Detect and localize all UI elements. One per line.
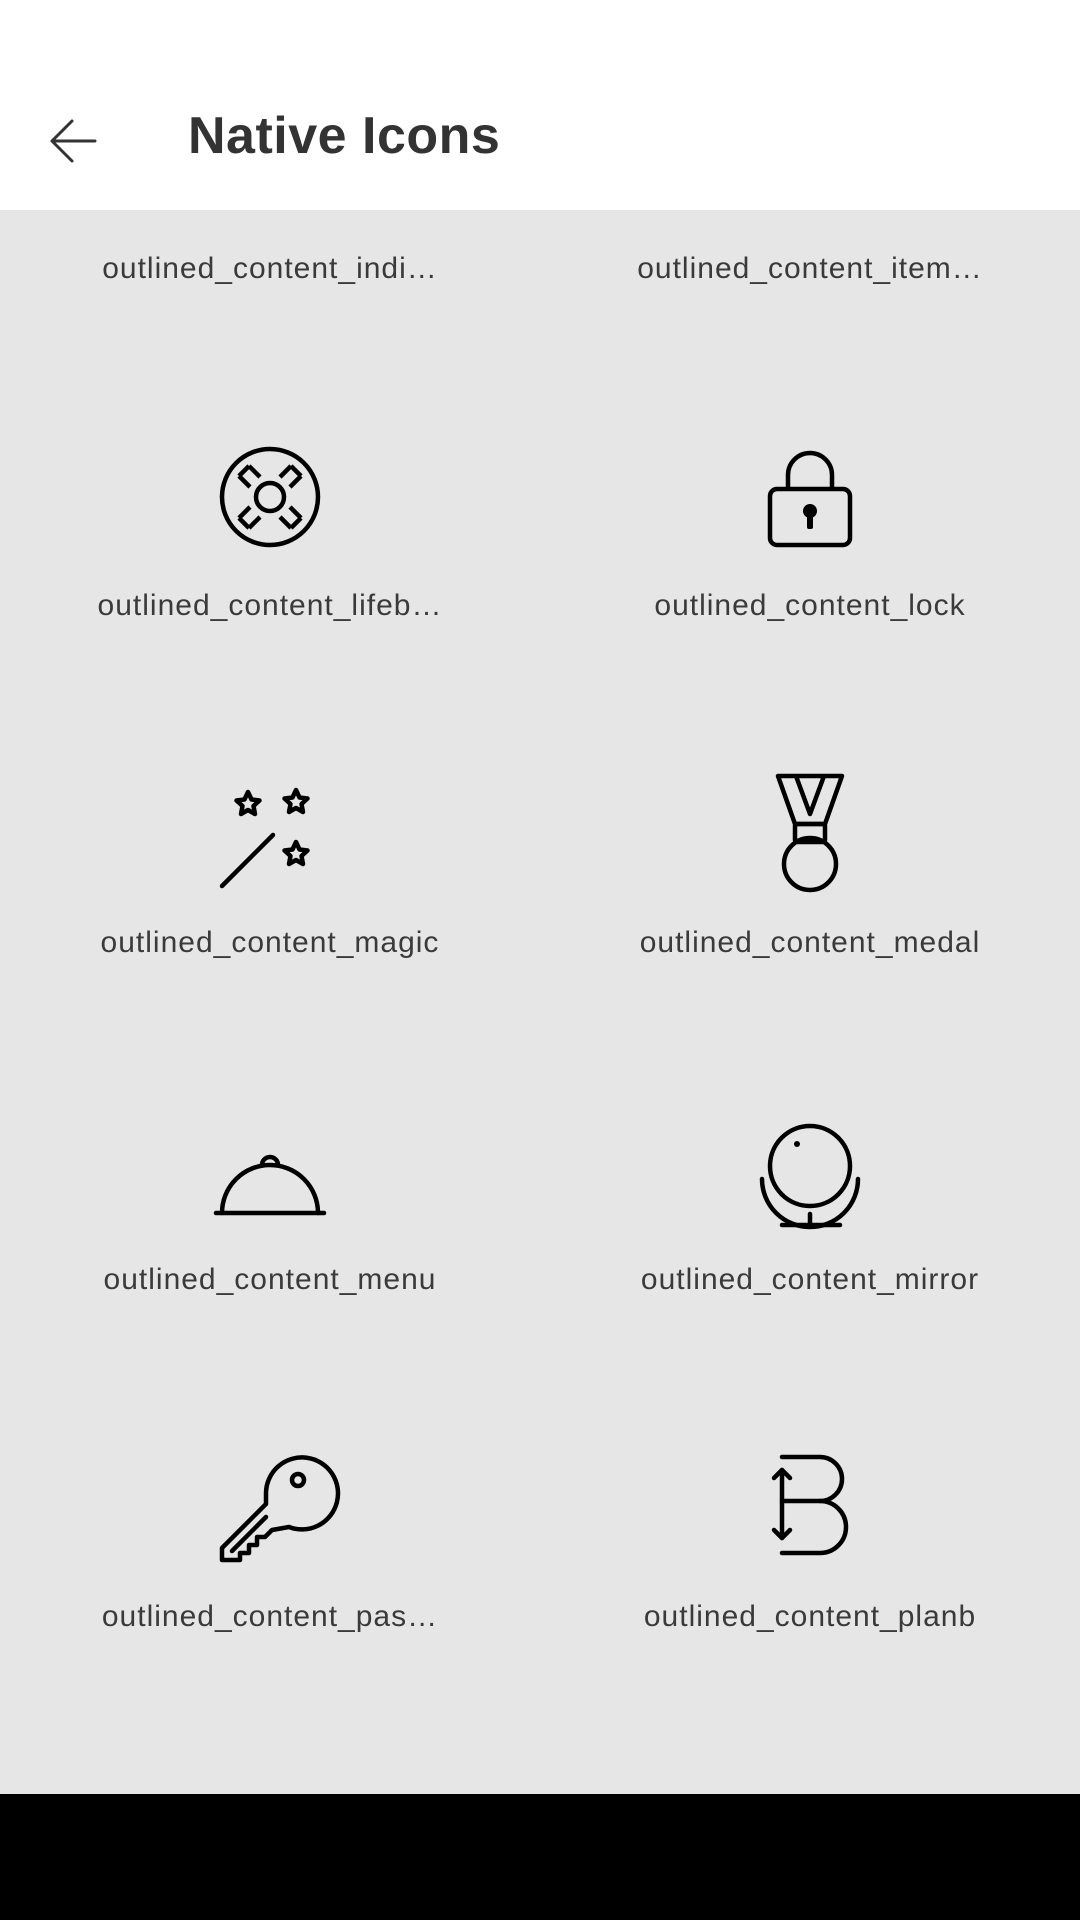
- page-title: Native Icons: [188, 107, 501, 165]
- icon-label: outlined_content_magic: [100, 926, 440, 959]
- key-icon: [219, 1455, 341, 1563]
- icon-tile[interactable]: outlined_content_lock: [540, 282, 1080, 622]
- icon-label: outlined_content_item…: [637, 252, 983, 285]
- icon-tile[interactable]: outlined_content_menu: [0, 956, 540, 1296]
- magic-wand-icon: [219, 787, 310, 889]
- icon-tile[interactable]: outlined_content_planb: [540, 1293, 1080, 1633]
- icon-tile[interactable]: outlined_content_item…: [540, 210, 1080, 285]
- cloche-icon: [213, 1154, 327, 1216]
- medal-icon: [775, 773, 845, 893]
- arrow-left-icon: [50, 119, 97, 163]
- icon-tile[interactable]: outlined_content_magic: [0, 619, 540, 959]
- icon-tile[interactable]: outlined_content_indi…: [0, 210, 540, 285]
- icon-tile[interactable]: outlined_content_mirror: [540, 956, 1080, 1296]
- navigation-bar: [0, 1794, 1080, 1920]
- lifebuoy-icon: [219, 446, 321, 548]
- icon-label: outlined_content_medal: [639, 926, 981, 959]
- icon-label: outlined_content_planb: [643, 1600, 977, 1633]
- icon-tile[interactable]: outlined_content_pas…: [0, 1293, 540, 1633]
- back-button[interactable]: [30, 98, 116, 184]
- plan-b-icon: [771, 1454, 849, 1556]
- icon-label: outlined_content_lock: [654, 589, 966, 622]
- icon-label: outlined_content_menu: [103, 1263, 437, 1296]
- app-bar: Native Icons: [0, 72, 1080, 210]
- icon-tile[interactable]: outlined_content_medal: [540, 619, 1080, 959]
- search-list-icon: [750, 210, 870, 220]
- icon-label: outlined_content_indi…: [102, 252, 438, 285]
- mirror-icon: [759, 1123, 861, 1230]
- icon-label: outlined_content_lifeb…: [97, 589, 443, 622]
- screen: Native Icons outlined_content_indi… outl…: [0, 0, 1080, 1920]
- icon-list[interactable]: outlined_content_indi… outlined_content_…: [0, 210, 1080, 1794]
- lock-icon: [767, 450, 853, 548]
- icon-tile[interactable]: outlined_content_lifeb…: [0, 282, 540, 622]
- icon-label: outlined_content_pas…: [101, 1600, 439, 1633]
- status-bar: [0, 0, 1080, 72]
- calendar-icon: [210, 210, 330, 220]
- icon-label: outlined_content_mirror: [640, 1263, 980, 1296]
